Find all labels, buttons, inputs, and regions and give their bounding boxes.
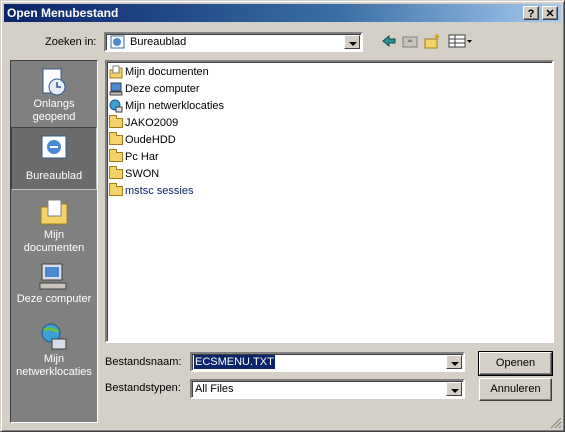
list-item-label: SWON bbox=[125, 168, 160, 180]
file-list[interactable]: Mijn documenten Deze computer Mijn netwe… bbox=[105, 60, 554, 343]
list-item-label: Pc Har bbox=[125, 151, 159, 163]
shortcut-folder-icon bbox=[109, 183, 123, 196]
place-network[interactable]: Mijn netwerklocaties bbox=[11, 321, 97, 387]
help-button[interactable]: ? bbox=[523, 6, 539, 20]
lookin-value: Bureaublad bbox=[130, 36, 187, 48]
open-button[interactable]: Openen bbox=[478, 351, 553, 376]
place-recent-label2: geopend bbox=[32, 111, 76, 123]
list-item-label: OudeHDD bbox=[125, 134, 176, 146]
chevron-down-icon[interactable] bbox=[344, 35, 360, 49]
desktop-icon bbox=[110, 35, 125, 49]
place-mydocs-label1: Mijn bbox=[43, 229, 65, 241]
list-item-label: mstsc sessies bbox=[125, 185, 194, 197]
filetype-value: All Files bbox=[195, 383, 234, 395]
computer-icon bbox=[39, 263, 67, 290]
desktop-icon bbox=[41, 135, 67, 159]
my-documents-icon bbox=[109, 65, 123, 79]
filetype-label: Bestandstypen: bbox=[105, 382, 181, 394]
folder-icon bbox=[109, 149, 123, 162]
place-network-label1: Mijn bbox=[43, 353, 65, 365]
place-mydocs[interactable]: Mijn documenten bbox=[11, 195, 97, 257]
folder-icon bbox=[109, 166, 123, 179]
up-folder-icon[interactable] bbox=[402, 33, 418, 49]
lookin-label: Zoeken in: bbox=[45, 36, 97, 48]
title-bar[interactable]: Open Menubestand ? ✕ bbox=[4, 4, 561, 22]
folder-icon bbox=[109, 115, 123, 128]
filetype-select[interactable]: All Files bbox=[190, 379, 465, 399]
places-bar: Onlangs geopend Bureaublad Mijn document… bbox=[10, 60, 98, 423]
list-item-label: Deze computer bbox=[125, 83, 200, 95]
my-documents-icon bbox=[40, 199, 68, 225]
list-item-label: JAKO2009 bbox=[125, 117, 179, 129]
folder-icon bbox=[109, 132, 123, 145]
new-folder-icon[interactable] bbox=[424, 33, 442, 49]
list-item-label: Mijn documenten bbox=[125, 66, 209, 78]
window-title: Open Menubestand bbox=[7, 6, 119, 20]
recent-docs-icon bbox=[42, 68, 66, 96]
place-mydocs-label2: documenten bbox=[23, 242, 85, 254]
place-mycomputer[interactable]: Deze computer bbox=[11, 261, 97, 311]
computer-icon bbox=[109, 82, 123, 96]
view-menu-icon[interactable] bbox=[448, 33, 474, 49]
place-desktop[interactable]: Bureaublad bbox=[11, 127, 97, 190]
list-item-label: Mijn netwerklocaties bbox=[125, 100, 225, 112]
lookin-combo[interactable]: Bureaublad bbox=[104, 32, 363, 52]
close-button[interactable]: ✕ bbox=[542, 6, 558, 20]
place-desktop-label: Bureaublad bbox=[25, 170, 83, 182]
back-arrow-icon[interactable] bbox=[381, 33, 397, 49]
chevron-down-icon[interactable] bbox=[446, 355, 462, 369]
place-network-label2: netwerklocaties bbox=[16, 366, 92, 378]
filename-value: ECSMENU.TXT bbox=[194, 355, 275, 369]
filename-field[interactable]: ECSMENU.TXT bbox=[190, 352, 465, 372]
open-dialog: Open Menubestand ? ✕ Zoeken in: Bureaubl… bbox=[0, 0, 565, 432]
resize-grip-icon[interactable] bbox=[550, 417, 562, 429]
place-recent-label1: Onlangs bbox=[33, 98, 75, 110]
network-icon bbox=[41, 323, 67, 350]
network-icon bbox=[109, 99, 123, 113]
cancel-button[interactable]: Annuleren bbox=[479, 378, 552, 401]
chevron-down-icon[interactable] bbox=[446, 382, 462, 396]
place-recent[interactable]: Onlangs geopend bbox=[11, 64, 97, 126]
place-mycomputer-label: Deze computer bbox=[16, 293, 92, 305]
filename-label: Bestandsnaam: bbox=[105, 356, 182, 368]
